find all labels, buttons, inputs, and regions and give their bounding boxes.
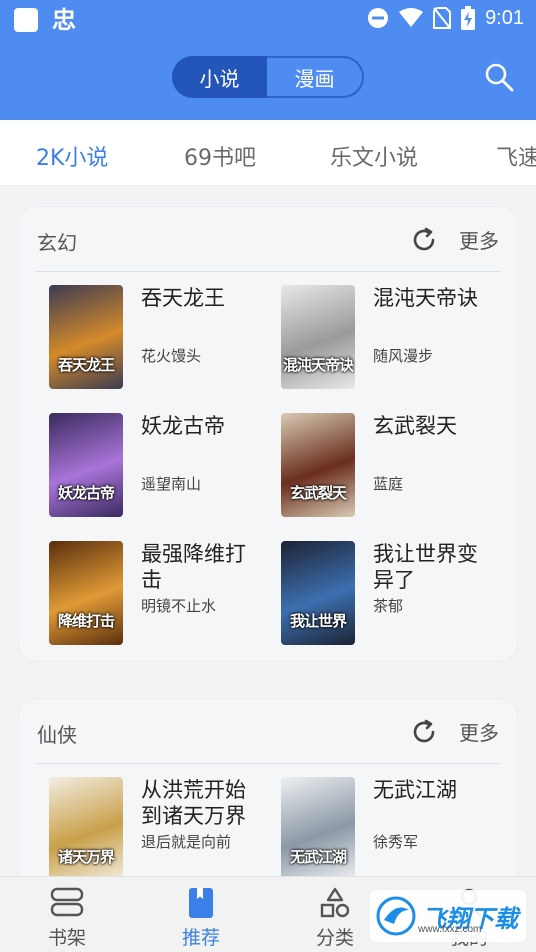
book-title: 玄武裂天: [373, 414, 457, 438]
book-cover: 诸天万界: [49, 777, 123, 881]
bookshelf-icon: [50, 887, 84, 917]
book-cover: 降维打击: [49, 541, 123, 645]
book-author: 花火馒头: [141, 347, 202, 365]
book-cover: 混沌天帝诀: [281, 285, 355, 389]
book-author: 明镜不止水: [141, 597, 217, 615]
nav-recommend[interactable]: 推荐: [134, 877, 268, 952]
cover-lettering: 我让世界: [289, 612, 347, 630]
book-author: 蓝庭: [373, 475, 404, 493]
book-author: 茶郁: [373, 597, 404, 615]
app-header: 忠 9:01 小说 漫画: [0, 0, 536, 120]
dnd-icon: [368, 8, 389, 28]
book-item[interactable]: 妖龙古帝 妖龙古帝 遥望南山: [37, 401, 267, 517]
book-author: 随风漫步: [373, 347, 434, 365]
book-title: 从洪荒开始到诸天万界: [141, 778, 246, 828]
cover-lettering: 无武江湖: [289, 848, 347, 866]
segment-comic[interactable]: 漫画: [267, 56, 364, 98]
source-tabs: 2K小说 69书吧 乐文小说 飞速: [0, 120, 536, 186]
book-author: 退后就是向前: [141, 833, 232, 851]
book-title: 我让世界变异了: [373, 542, 478, 592]
segment-novel[interactable]: 小说: [172, 56, 267, 98]
book-item[interactable]: 吞天龙王 吞天龙王 花火馒头: [37, 273, 267, 389]
book-title: 吞天龙王: [141, 286, 225, 310]
tab-lewen-novel[interactable]: 乐文小说: [330, 140, 418, 172]
book-title: 混沌天帝诀: [373, 286, 478, 310]
section-divider: [35, 763, 501, 764]
wifi-icon: [399, 8, 424, 27]
section-divider: [35, 271, 501, 272]
book-item[interactable]: 降维打击 最强降维打击 明镜不止水: [37, 529, 267, 645]
cover-lettering: 吞天龙王: [57, 356, 115, 374]
section-card-xuanhuan: 玄幻 更多 吞天龙王 吞天龙王 花火馒头 混沌天帝诀 混沌天帝诀 随风漫步 妖龙…: [18, 206, 518, 662]
book-item[interactable]: 无武江湖 无武江湖 徐秀军: [269, 765, 499, 881]
book-cover: 我让世界: [281, 541, 355, 645]
refresh-icon[interactable]: [409, 717, 439, 747]
book-icon: [189, 888, 213, 918]
section-card-xianxia: 仙侠 更多 诸天万界 从洪荒开始到诸天万界 退后就是向前 无武江湖 无武江湖 徐…: [18, 698, 518, 898]
book-cover: 无武江湖: [281, 777, 355, 881]
more-button[interactable]: 更多: [459, 225, 499, 254]
nav-bookshelf[interactable]: 书架: [0, 877, 134, 952]
cover-lettering: 妖龙古帝: [57, 484, 115, 502]
content-type-switch: 小说 漫画: [172, 56, 364, 98]
cover-lettering: 降维打击: [57, 612, 115, 630]
refresh-icon[interactable]: [409, 225, 439, 255]
nav-label: 推荐: [181, 927, 220, 949]
watermark-bird-icon: [376, 896, 416, 936]
search-icon[interactable]: [484, 62, 514, 92]
more-button[interactable]: 更多: [459, 717, 499, 746]
nav-label: 书架: [47, 927, 86, 949]
book-cover: 玄武裂天: [281, 413, 355, 517]
tab-feisu[interactable]: 飞速: [496, 140, 536, 172]
book-item[interactable]: 混沌天帝诀 混沌天帝诀 随风漫步: [269, 273, 499, 389]
book-item[interactable]: 诸天万界 从洪荒开始到诸天万界 退后就是向前: [37, 765, 267, 881]
clock: 9:01: [485, 6, 524, 29]
watermark-logo: 飞翔下载 www.fxxz.com: [370, 890, 526, 942]
battery-charging-icon: [461, 6, 476, 30]
book-cover: 吞天龙王: [49, 285, 123, 389]
book-title: 无武江湖: [373, 778, 457, 802]
book-item[interactable]: 玄武裂天 玄武裂天 蓝庭: [269, 401, 499, 517]
book-title: 妖龙古帝: [141, 414, 225, 438]
book-author: 徐秀军: [373, 833, 419, 851]
book-cover: 妖龙古帝: [49, 413, 123, 517]
tab-2k-novel[interactable]: 2K小说: [36, 140, 108, 172]
book-author: 遥望南山: [141, 475, 202, 493]
no-sim-icon: [433, 7, 452, 29]
book-item[interactable]: 我让世界 我让世界变异了 茶郁: [269, 529, 499, 645]
tab-69-shuba[interactable]: 69书吧: [184, 140, 256, 172]
cover-lettering: 混沌天帝诀: [282, 356, 354, 374]
status-bar: 忠 9:01: [0, 0, 536, 40]
cover-lettering: 诸天万界: [57, 848, 115, 866]
category-icon: [320, 887, 350, 918]
section-title: 仙侠: [37, 723, 77, 747]
cover-lettering: 玄武裂天: [289, 484, 347, 502]
app-notification-glyph: 忠: [52, 6, 76, 34]
watermark-url: www.fxxz.com: [418, 924, 482, 935]
book-title: 最强降维打击: [141, 542, 246, 592]
section-title: 玄幻: [37, 231, 77, 255]
notification-icon: [14, 8, 38, 32]
